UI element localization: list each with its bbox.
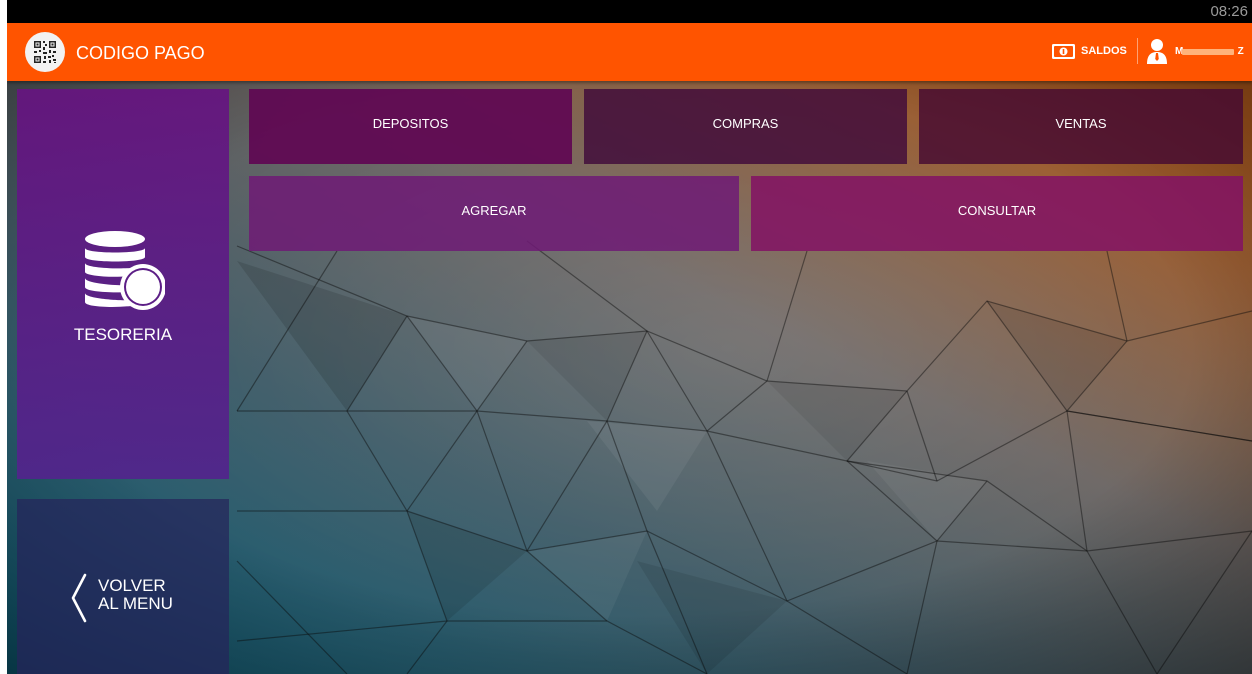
app-window: 08:26 CODIGO PAGO SALDOS M Z TESORERIA V… [7,0,1252,674]
main-content: TESORERIA VOLVER AL MENU DEPOSITOS COMPR… [7,81,1252,674]
user-icon [1147,39,1167,64]
qr-code-icon[interactable] [25,32,65,72]
balances-label: SALDOS [1081,45,1127,57]
query-button[interactable]: CONSULTAR [751,176,1243,251]
purchases-button[interactable]: COMPRAS [584,89,907,164]
user-name: MZ [1175,45,1245,57]
coins-stack-icon [85,231,165,310]
user-menu[interactable]: MZ [1145,36,1244,66]
app-bar: CODIGO PAGO SALDOS MZ [7,23,1252,81]
section-title: TESORERIA [73,325,173,344]
deposits-button[interactable]: DEPOSITOS [249,89,572,164]
treasury-section-tile: TESORERIA [17,89,229,479]
chevron-left-icon [71,573,87,623]
back-to-menu-button[interactable]: VOLVER AL MENU [17,499,229,674]
back-label: VOLVER AL MENU [98,576,173,613]
sales-button[interactable]: VENTAS [919,89,1243,164]
balances-button[interactable]: SALDOS [1051,40,1127,62]
status-clock: 08:26 [1210,3,1248,20]
banknote-icon [1052,43,1075,59]
add-button[interactable]: AGREGAR [249,176,739,251]
toolbar-divider [1137,38,1138,64]
app-title: CODIGO PAGO [76,43,205,63]
status-bar: 08:26 [7,0,1252,23]
user-name-redacted [1182,48,1234,55]
